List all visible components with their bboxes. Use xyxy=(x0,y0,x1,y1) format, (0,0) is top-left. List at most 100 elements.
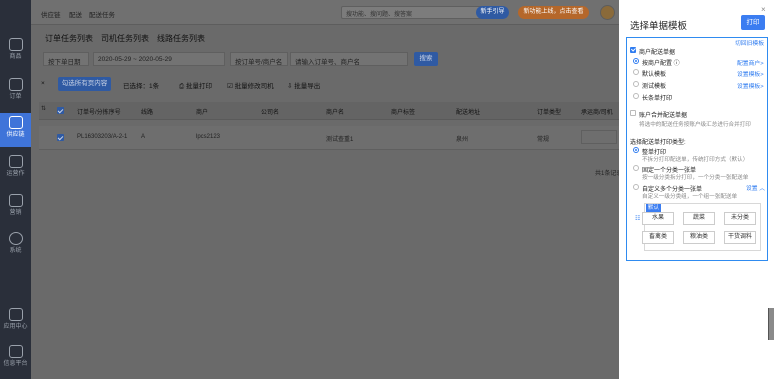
row-checkbox[interactable] xyxy=(57,134,64,141)
test-template-label: 测试模板 xyxy=(642,84,667,90)
tab-route-tasks[interactable]: 线路任务列表 xyxy=(157,33,205,44)
category-chip[interactable]: 干货调料 xyxy=(724,231,756,244)
breadcrumb-delivery[interactable]: 配送 xyxy=(69,9,82,19)
date-type-select[interactable]: 按下单日期 xyxy=(43,52,89,66)
selected-count: 已选择：1条 xyxy=(123,83,160,90)
search-placeholder: 搜功能、搜问题、搜答案 xyxy=(346,12,413,18)
default-template-label: 默认模板 xyxy=(642,72,667,78)
batch-export-button[interactable]: ⇩ 批量导出 xyxy=(287,80,320,90)
column-header: 线路 xyxy=(141,110,154,116)
sidebar-item-supply-chain[interactable]: 供应链 xyxy=(0,113,31,147)
by-merchant-config-label: 按商户配置 ⓘ xyxy=(642,58,680,67)
account-merge-label: 账户合并配送单据 xyxy=(639,113,688,119)
guide-button[interactable]: 新手引导 xyxy=(476,6,509,19)
category-chip[interactable]: 粮油类 xyxy=(683,231,715,244)
batch-export-label: 批量导出 xyxy=(294,83,321,90)
config-merchant-link[interactable]: 配置商户> xyxy=(737,58,764,67)
fixed-category-desc: 按一级分类拆分打印，一个分类一张配送单 xyxy=(642,175,749,181)
sidebar-item-goods[interactable]: 商品 xyxy=(0,38,31,61)
help-icon[interactable]: ⓘ xyxy=(672,61,680,67)
whole-print-desc: 不拆分打印配送单，传统打印方式（默认） xyxy=(642,157,749,163)
sidebar-item-label: 订单 xyxy=(9,94,22,100)
switch-old-template-link[interactable]: 切回旧模板 xyxy=(735,38,764,47)
sidebar-item-operations[interactable]: 运营作 xyxy=(0,155,31,178)
sidebar-item-marketing[interactable]: 营销 xyxy=(0,194,31,217)
test-template-radio[interactable] xyxy=(633,81,639,87)
by-merchant-config-radio[interactable] xyxy=(633,58,639,64)
batch-change-driver-button[interactable]: ☑ 批量修改司机 xyxy=(227,80,274,90)
set-template-link[interactable]: 设置模板> xyxy=(737,81,764,90)
print-button[interactable]: 打印 xyxy=(741,15,765,30)
driver-select[interactable] xyxy=(581,130,617,144)
shopping-bag-icon xyxy=(8,38,23,51)
custom-categories-desc: 自定义一级分类组，一个组一张配送单 xyxy=(642,194,738,200)
drag-handle-icon[interactable]: ☷ xyxy=(635,215,640,222)
tab-driver-tasks[interactable]: 司机任务列表 xyxy=(101,33,149,44)
set-template-link[interactable]: 设置模板> xyxy=(737,69,764,78)
category-chip[interactable]: 未分类 xyxy=(724,212,756,225)
search-type-select[interactable]: 按订单号/商户名 xyxy=(230,52,288,66)
category-chip[interactable]: 水果 xyxy=(642,212,674,225)
account-merge-desc: 将选中的配送任务按账户级汇总进行合并打印 xyxy=(639,122,751,128)
clear-selection-icon[interactable]: × xyxy=(41,80,45,87)
select-all-checkbox[interactable] xyxy=(57,107,64,114)
order-icon xyxy=(8,78,23,91)
sidebar-item-label: 信息平台 xyxy=(3,361,28,367)
template-options-panel: 切回旧模板 商户配送单据 按商户配置 ⓘ 配置商户> 默认模板 设置模板> 测试… xyxy=(626,37,768,261)
table-header: ⇅ 订单号/分拣序号 线路 商户 公司名 商户名 商户标签 配送地址 订单类型 … xyxy=(39,102,619,120)
cell-route: A xyxy=(141,134,146,140)
batch-print-button[interactable]: ⎙ 批量打印 xyxy=(179,80,212,91)
select-all-pages-button[interactable]: 勾选所有页内容 xyxy=(58,77,111,91)
settings-link[interactable]: 设置 ︿ xyxy=(746,183,765,192)
settings-icon xyxy=(8,232,23,245)
drawer-title: 选择单据模板 xyxy=(630,21,688,32)
category-chip[interactable]: 畜禽类 xyxy=(642,231,674,244)
order-search-input[interactable]: 请输入订单号、商户名 xyxy=(290,52,408,66)
main-content: 供应链 配送 配送任务 搜功能、搜问题、搜答案 新手引导 新功能上线，点击查看 … xyxy=(31,0,640,379)
sidebar-item-label: 应用中心 xyxy=(3,324,28,330)
sort-icon[interactable]: ⇅ xyxy=(41,105,46,112)
tab-order-tasks[interactable]: 订单任务列表 xyxy=(45,33,93,44)
sidebar-item-system[interactable]: 系统 xyxy=(0,232,31,255)
long-strip-print-label: 长条单打印 xyxy=(642,96,673,102)
sidebar-item-label: 供应链 xyxy=(6,132,25,138)
sidebar-item-label: 运营作 xyxy=(6,171,25,177)
cell-order-type: 常规 xyxy=(537,137,550,143)
column-header: 配送地址 xyxy=(456,110,481,116)
batch-print-label: 批量打印 xyxy=(186,83,213,90)
search-button[interactable]: 搜索 xyxy=(414,52,438,66)
new-feature-button[interactable]: 新功能上线，点击查看 xyxy=(518,6,589,19)
long-strip-print-radio[interactable] xyxy=(633,93,639,99)
custom-categories-radio[interactable] xyxy=(633,184,639,190)
fixed-category-radio[interactable] xyxy=(633,165,639,171)
sidebar: 商品 订单 供应链 运营作 营销 系统 应用中心 信息平台 xyxy=(0,0,31,379)
column-header: 公司名 xyxy=(261,110,280,116)
sidebar-item-apps[interactable]: 应用中心 xyxy=(0,308,31,331)
side-scroll-handle[interactable] xyxy=(768,308,774,340)
default-tag: 默认 xyxy=(646,204,661,212)
sidebar-item-label: 营销 xyxy=(9,210,22,216)
table-row[interactable]: PL16303203/A-2-1 A lpcs2123 测试查重1 泉州 常规 xyxy=(39,126,619,150)
category-chip[interactable]: 蔬菜 xyxy=(683,212,715,225)
column-header: 商户名 xyxy=(326,110,345,116)
sidebar-item-label: 系统 xyxy=(9,248,22,254)
close-icon[interactable]: × xyxy=(761,5,766,14)
default-template-radio[interactable] xyxy=(633,69,639,75)
account-merge-checkbox[interactable] xyxy=(630,110,636,116)
avatar[interactable] xyxy=(600,5,615,20)
top-bar: 供应链 配送 配送任务 搜功能、搜问题、搜答案 新手引导 新功能上线，点击查看 xyxy=(31,0,619,25)
merchant-delivery-checkbox[interactable] xyxy=(630,47,636,53)
print-type-label: 选择配送单打印类型: xyxy=(630,140,686,146)
apps-icon xyxy=(8,308,23,321)
batch-change-driver-label: 批量修改司机 xyxy=(234,83,274,90)
date-range-picker[interactable]: 2020-05-29 ~ 2020-05-29 xyxy=(93,52,225,66)
sidebar-item-info-platform[interactable]: 信息平台 xyxy=(0,345,31,368)
cell-merchant-name: 测试查重1 xyxy=(326,137,354,143)
info-platform-icon xyxy=(8,345,23,358)
whole-print-radio[interactable] xyxy=(633,147,639,153)
breadcrumb-supply-chain[interactable]: 供应链 xyxy=(41,9,61,19)
sidebar-item-orders[interactable]: 订单 xyxy=(0,78,31,101)
column-header: 订单类型 xyxy=(537,110,562,116)
column-header: 承运商/司机 xyxy=(581,110,613,116)
supply-chain-icon xyxy=(8,116,23,129)
